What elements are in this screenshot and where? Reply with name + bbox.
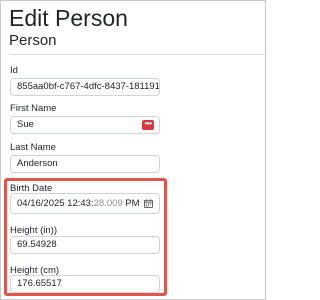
- section-divider: [9, 54, 265, 55]
- ellipsis-icon[interactable]: •••: [142, 120, 154, 130]
- last-name-field[interactable]: Anderson: [10, 155, 160, 173]
- edit-person-page: Edit Person Person Id 855aa0bf-c767-4dfc…: [0, 0, 266, 300]
- id-field[interactable]: 855aa0bf-c767-4dfc-8437-181191d23: [10, 78, 160, 96]
- birth-date-ampm: PM: [125, 198, 140, 209]
- last-name-label: Last Name: [10, 142, 56, 153]
- first-name-value: Sue: [17, 119, 34, 130]
- first-name-label: First Name: [10, 103, 57, 114]
- height-in-field[interactable]: 69.54928: [10, 236, 160, 254]
- section-title: Person: [9, 32, 57, 49]
- height-in-label: Height (in)): [10, 225, 57, 236]
- height-cm-field[interactable]: 176.65517: [10, 275, 160, 293]
- page-title: Edit Person: [9, 5, 128, 31]
- birth-date-field[interactable]: 04/16/2025 12:43:28.009 PM: [10, 193, 160, 214]
- id-label: Id: [10, 65, 18, 76]
- first-name-field[interactable]: Sue •••: [10, 116, 160, 134]
- calendar-icon[interactable]: [144, 199, 153, 208]
- birth-date-value: 04/16/2025 12:43:: [17, 198, 94, 209]
- birth-date-seconds: 28.009: [93, 198, 123, 209]
